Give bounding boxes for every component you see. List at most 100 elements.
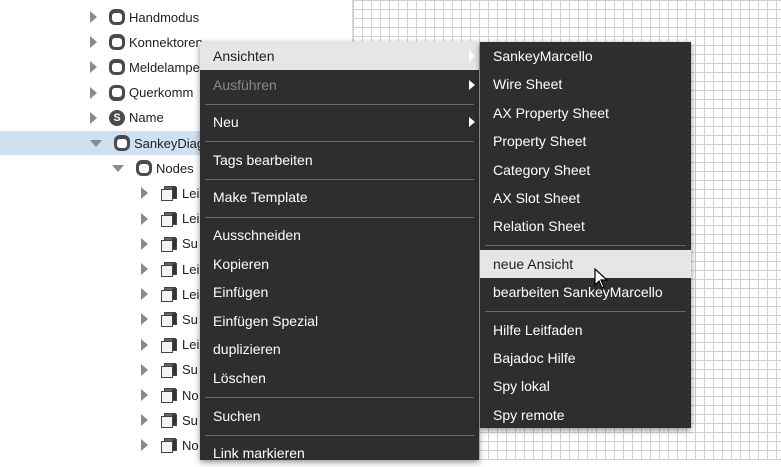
tree-node[interactable]: Lei [141, 181, 199, 205]
submenu-item-hilfe-leitfaden[interactable]: Hilfe Leitfaden [480, 316, 691, 344]
menu-item-label: bearbeiten SankeyMarcello [493, 284, 663, 301]
menu-item-duplizieren[interactable]: duplizieren [200, 335, 479, 363]
tree-node-label: Lei [182, 337, 200, 353]
component-icon [136, 160, 152, 177]
cube-icon [160, 261, 178, 277]
expand-toggle-icon[interactable] [141, 439, 148, 452]
menu-item-ausschneiden[interactable]: Ausschneiden [200, 221, 479, 249]
expand-toggle-icon[interactable] [90, 61, 97, 74]
expand-toggle-icon[interactable] [90, 11, 97, 23]
submenu-item-bajadoc-hilfe[interactable]: Bajadoc Hilfe [480, 344, 691, 372]
menu-item-ansichten[interactable]: Ansichten [200, 42, 479, 70]
menu-item-suchen[interactable]: Suchen [200, 402, 479, 430]
tree-node[interactable]: Lei [141, 282, 199, 306]
tree-node-label: Lei [182, 211, 200, 227]
expand-toggle-icon[interactable] [90, 36, 97, 49]
menu-separator [205, 216, 474, 218]
menu-item-label: SankeyMarcello [493, 48, 593, 64]
menu-item-tags-bearbeiten[interactable]: Tags bearbeiten [200, 146, 479, 174]
expand-toggle-icon[interactable] [141, 212, 148, 225]
submenu-item-relation-sheet[interactable]: Relation Sheet [480, 212, 691, 240]
tree-node-label: Lei [182, 185, 200, 201]
tree-node[interactable]: No [141, 433, 199, 457]
menu-separator [205, 434, 474, 436]
submenu-item-ax-slot-sheet[interactable]: AX Slot Sheet [480, 184, 691, 212]
submenu-item-property-sheet[interactable]: Property Sheet [480, 127, 691, 155]
menu-item-label: neue Ansicht [493, 255, 574, 272]
tree-node[interactable]: Lei [141, 207, 199, 231]
tree-node[interactable]: Lei [141, 257, 199, 281]
expand-toggle-icon[interactable] [90, 86, 97, 99]
views-submenu: SankeyMarcello Wire Sheet AX Property Shee… [480, 42, 691, 428]
tree-node[interactable]: Konnektoren [90, 30, 203, 54]
cube-icon [160, 286, 178, 303]
expand-toggle-icon[interactable] [141, 338, 148, 351]
tree-node[interactable]: Handmodus [90, 5, 199, 29]
expand-toggle-icon[interactable] [141, 313, 148, 326]
tree-node[interactable]: Su [141, 408, 198, 432]
submenu-item-sankeymarcello[interactable]: SankeyMarcello [480, 42, 691, 70]
tree-node[interactable]: Su [141, 232, 198, 256]
tree-node[interactable]: Querkomm [90, 81, 193, 105]
collapse-toggle-icon[interactable] [112, 164, 124, 172]
submenu-arrow-icon [469, 79, 475, 90]
menu-item-kopieren[interactable]: Kopieren [200, 250, 479, 278]
expand-toggle-icon[interactable] [141, 237, 148, 250]
menu-item-label: Neu [213, 114, 239, 131]
menu-item-label: Tags bearbeiten [213, 151, 313, 168]
expand-toggle-icon[interactable] [141, 187, 148, 200]
cube-icon [160, 337, 178, 353]
menu-item-einfügen-spezial[interactable]: Einfügen Spezial [200, 307, 479, 335]
tree-node-label: Su [182, 311, 198, 327]
submenu-item-ax-property-sheet[interactable]: AX Property Sheet [480, 99, 691, 127]
menu-item-neu[interactable]: Neu [200, 108, 479, 136]
menu-item-label: AX Property Sheet [493, 104, 609, 121]
string-slot-icon: S [109, 109, 125, 126]
tree-node[interactable]: Lei [141, 333, 199, 357]
menu-item-einfügen[interactable]: Einfügen [200, 278, 479, 306]
component-icon [109, 9, 125, 25]
tree-node[interactable]: S Name [90, 106, 164, 130]
cube-icon [160, 387, 178, 403]
component-icon [109, 34, 125, 51]
cube-icon [160, 412, 178, 429]
submenu-item-spy-remote[interactable]: Spy remote [480, 401, 691, 429]
expand-toggle-icon[interactable] [141, 263, 148, 275]
tree-node[interactable]: Su [141, 307, 198, 331]
submenu-item-wire-sheet[interactable]: Wire Sheet [480, 70, 691, 98]
menu-item-link-markieren[interactable]: Link markieren [200, 439, 479, 467]
expand-toggle-icon[interactable] [141, 389, 148, 401]
tree-node-label: Su [182, 412, 198, 428]
tree-node[interactable]: Su [141, 358, 198, 382]
tree-node[interactable]: Meldelampen [90, 55, 207, 79]
menu-item-label: Ausführen [213, 76, 277, 93]
menu-item-label: Löschen [213, 370, 266, 386]
cube-icon [160, 362, 178, 378]
submenu-arrow-icon [469, 51, 475, 61]
submenu-item-neue-ansicht[interactable]: neue Ansicht [480, 249, 691, 278]
submenu-item-category-sheet[interactable]: Category Sheet [480, 156, 691, 184]
menu-item-löschen[interactable]: Löschen [200, 364, 479, 392]
collapse-toggle-icon[interactable] [90, 139, 102, 147]
tree-node-label: Nodes [156, 160, 194, 176]
tree-node-label: Lei [182, 286, 200, 302]
submenu-item-bearbeiten-sankeymarcello[interactable]: bearbeiten SankeyMarcello [480, 278, 691, 306]
expand-toggle-icon[interactable] [141, 363, 148, 376]
menu-item-label: AX Slot Sheet [493, 190, 581, 206]
menu-separator [485, 245, 686, 247]
context-menu: Ansichten Ausführen Neu Tags bearbeiten Make… [200, 42, 479, 461]
tree-node-label: SankeyDiagr [134, 135, 209, 151]
cube-icon [160, 437, 178, 454]
tree-node[interactable]: No [141, 383, 199, 407]
component-icon [109, 84, 125, 101]
expand-toggle-icon[interactable] [141, 414, 148, 427]
menu-separator [205, 178, 474, 180]
menu-separator [205, 103, 474, 105]
submenu-item-spy-lokal[interactable]: Spy lokal [480, 372, 691, 400]
tree-node[interactable]: Nodes [112, 156, 194, 180]
expand-toggle-icon[interactable] [141, 288, 148, 301]
expand-toggle-icon[interactable] [90, 111, 97, 124]
menu-item-label: Property Sheet [493, 133, 587, 150]
menu-item-make-template[interactable]: Make Template [200, 183, 479, 211]
tree-node-label: No [182, 437, 199, 453]
